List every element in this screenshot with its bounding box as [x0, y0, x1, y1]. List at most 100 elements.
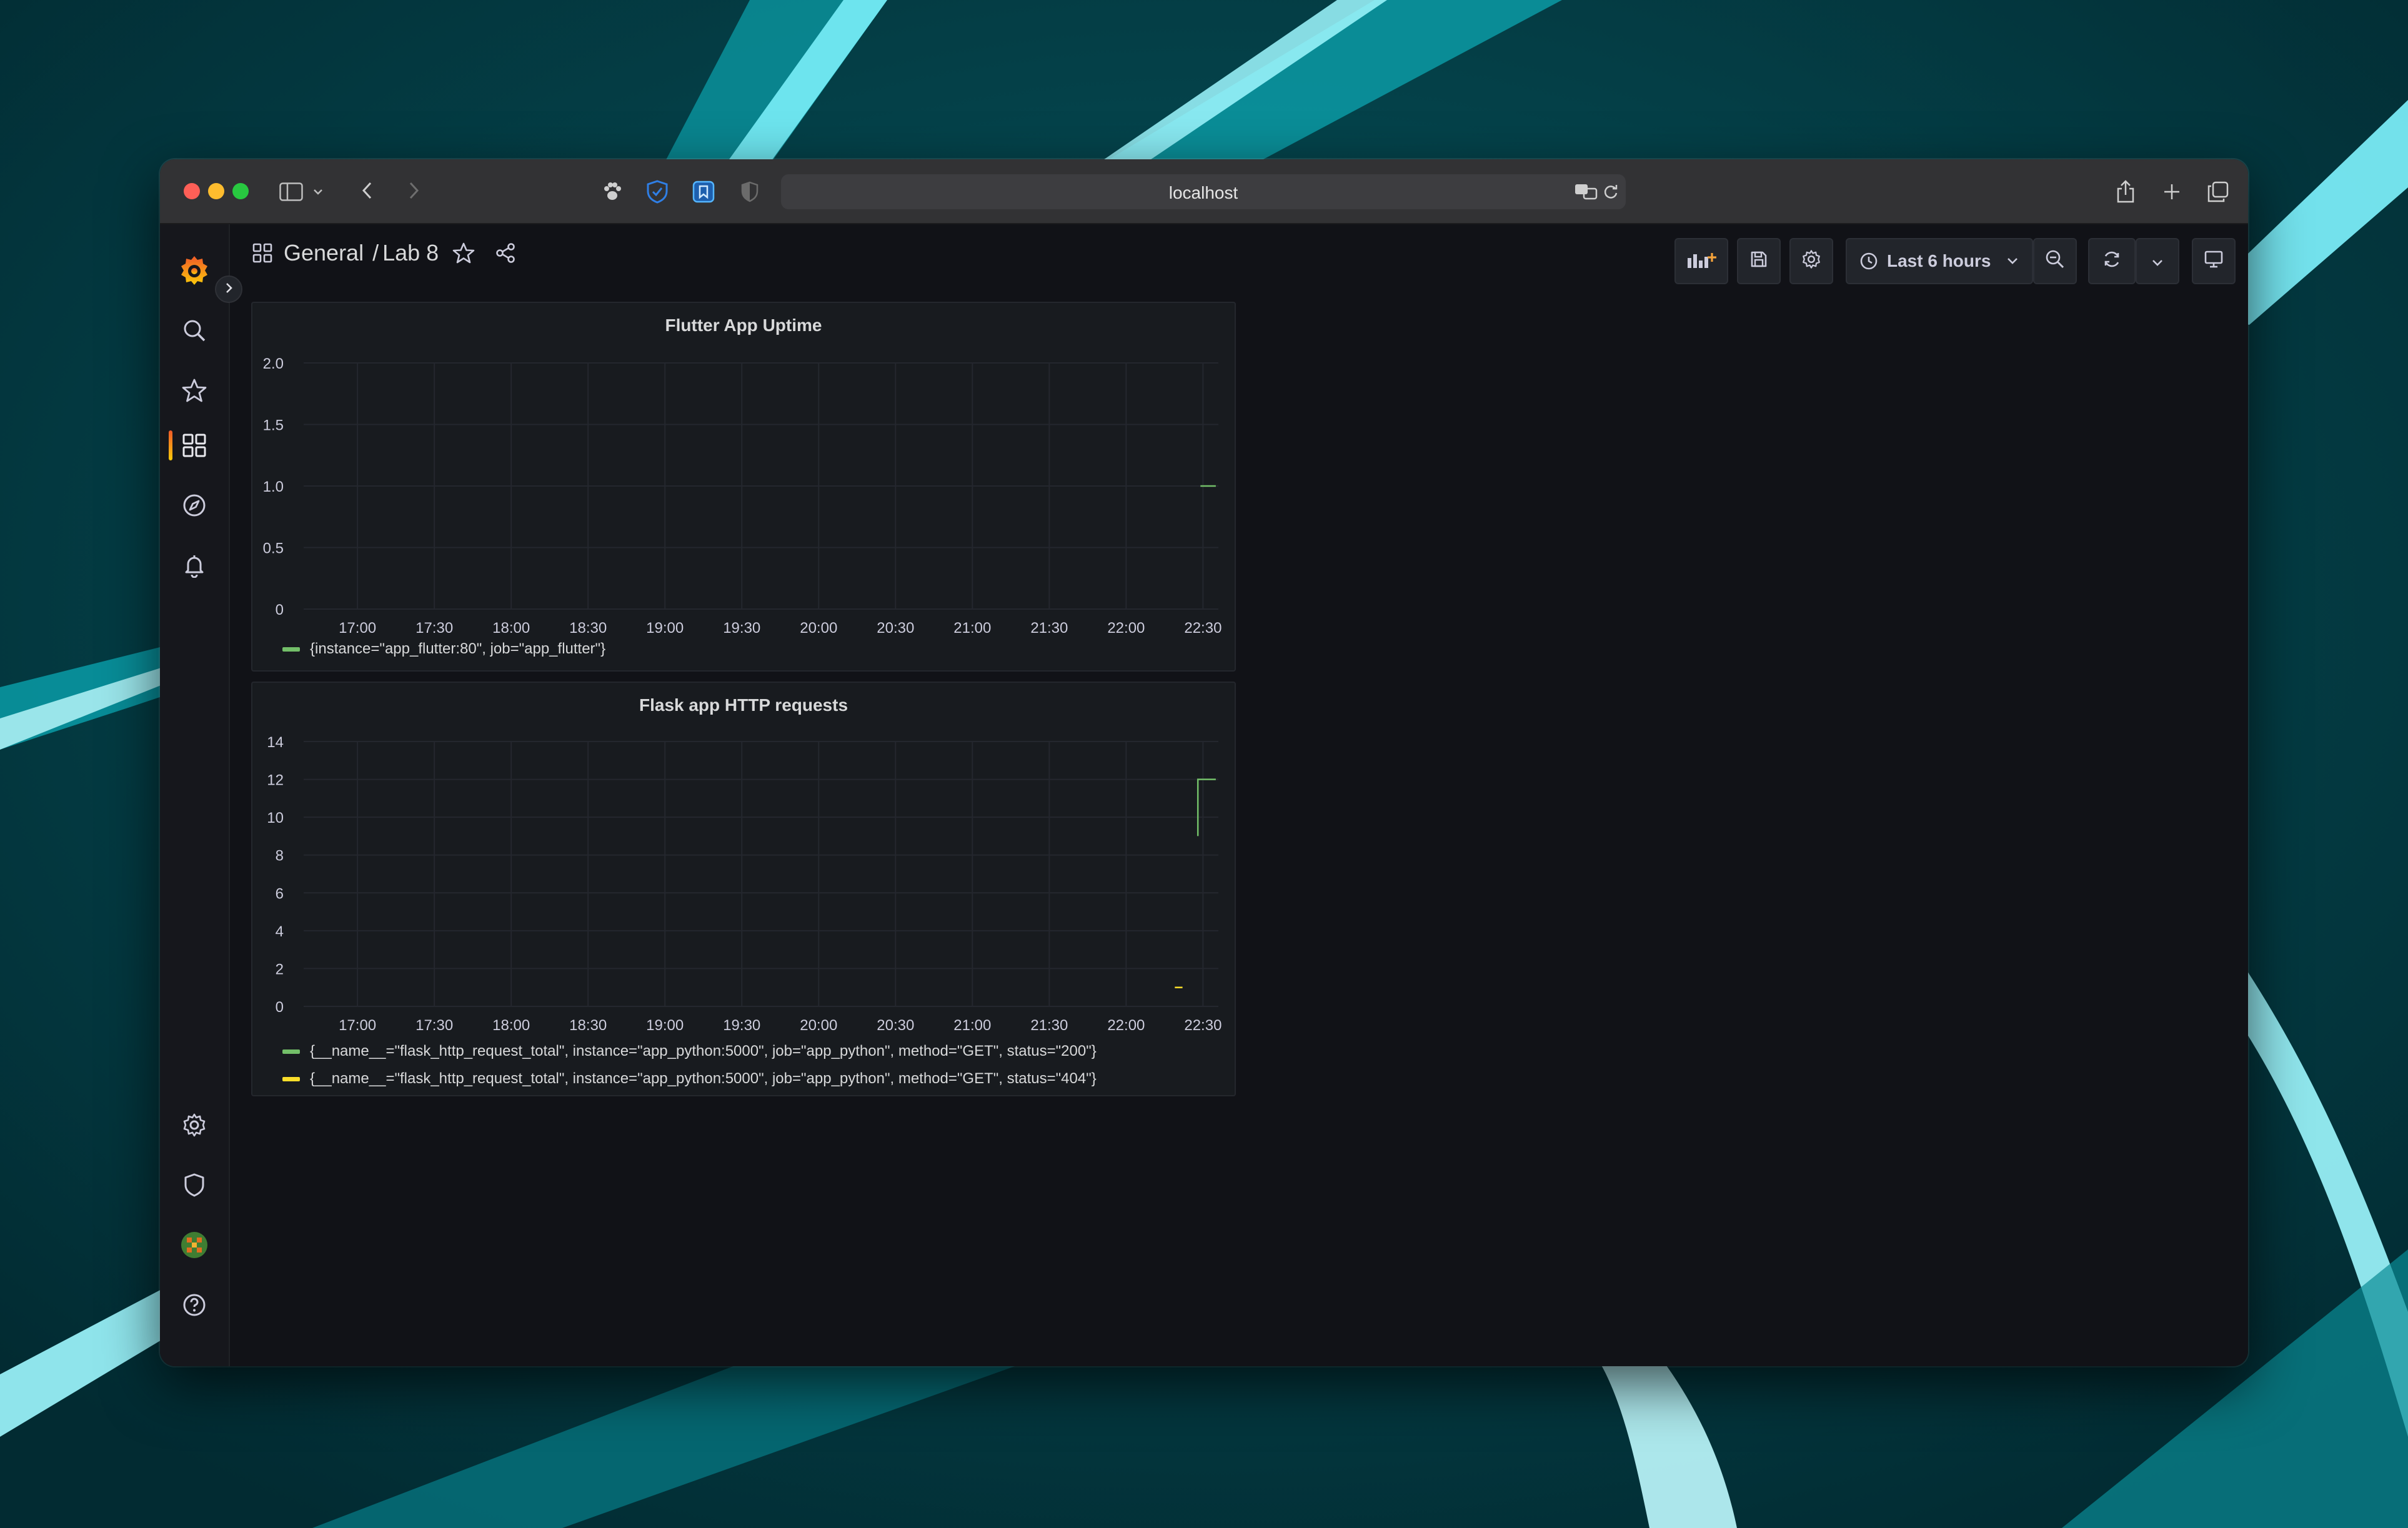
chevron-down-icon[interactable]	[307, 176, 329, 208]
legend-swatch	[282, 647, 300, 652]
breadcrumb-dashboard[interactable]: Lab 8	[382, 240, 439, 266]
panel-legend: {instance="app_flutter:80", job="app_flu…	[282, 635, 605, 663]
grafana-app: General / Lab 8 Last 6 hours Flutter App…	[160, 224, 2248, 1366]
browser-toolbar: localhost	[160, 159, 2248, 224]
refresh-interval-button[interactable]	[2136, 238, 2179, 284]
x-tick-label: 19:00	[646, 620, 684, 637]
y-tick-label: 10	[267, 810, 284, 826]
chevron-down-icon	[2007, 257, 2018, 265]
y-tick-label: 0.5	[263, 540, 284, 557]
back-button[interactable]	[351, 176, 384, 208]
y-tick-label: 1.5	[263, 417, 284, 434]
search-icon[interactable]	[177, 313, 212, 348]
chevron-right-icon	[407, 181, 420, 203]
legend-item[interactable]: {__name__="flask_http_request_total", in…	[282, 1065, 1097, 1093]
expand-menu-button[interactable]	[215, 275, 242, 303]
clock-icon	[1859, 252, 1878, 270]
x-tick-label: 20:30	[877, 620, 914, 637]
x-tick-label: 20:00	[800, 1017, 837, 1034]
shield-check-icon[interactable]	[641, 176, 674, 208]
y-tick-label: 0	[276, 602, 284, 618]
compass-icon[interactable]	[177, 488, 212, 523]
minimize-window-button[interactable]	[208, 183, 224, 199]
half-shield-icon[interactable]	[734, 176, 766, 208]
y-tick-label: 2.0	[263, 355, 284, 372]
legend-label: {__name__="flask_http_request_total", in…	[310, 1043, 1097, 1059]
address-bar[interactable]: localhost	[781, 174, 1626, 209]
desktop: localhost General / Lab 8 Last 6 hours F…	[0, 0, 2408, 1528]
panel-flutter-app-uptime[interactable]: Flutter App Uptime 0 0.5 1.0 1.5 2.0 17:00 17:…	[251, 302, 1236, 672]
x-tick-label: 17:00	[339, 1017, 376, 1034]
browser-window: localhost General / Lab 8 Last 6 hours F…	[160, 159, 2248, 1366]
close-window-button[interactable]	[184, 183, 200, 199]
x-tick-label: 20:30	[877, 1017, 914, 1034]
x-tick-label: 19:30	[723, 620, 760, 637]
plus-icon[interactable]	[2156, 176, 2188, 208]
reload-icon[interactable]	[1602, 183, 1619, 204]
time-range-label: Last 6 hours	[1887, 251, 1991, 270]
breadcrumb: General / Lab 8	[252, 238, 516, 268]
question-circle-icon[interactable]	[177, 1287, 212, 1322]
dashboard-settings-button[interactable]	[1789, 238, 1833, 284]
save-icon	[1749, 250, 1768, 273]
chevron-left-icon	[361, 181, 374, 203]
panel-flask-http-requests[interactable]: Flask app HTTP requests 0 2 4 6 8 10 12 14 17:00…	[251, 682, 1236, 1096]
x-tick-label: 18:00	[492, 1017, 530, 1034]
chevron-down-icon	[2152, 251, 2163, 271]
add-panel-button[interactable]	[1674, 238, 1728, 284]
x-tick-label: 21:30	[1030, 1017, 1068, 1034]
add-panel-icon	[1686, 249, 1717, 274]
zoom-out-button[interactable]	[2033, 238, 2077, 284]
y-tick-label: 14	[267, 734, 284, 751]
save-dashboard-button[interactable]	[1737, 238, 1781, 284]
tv-mode-button[interactable]	[2192, 238, 2236, 284]
zoom-window-button[interactable]	[232, 183, 249, 199]
url-text: localhost	[1168, 183, 1238, 202]
y-tick-label: 8	[276, 848, 284, 865]
paw-icon[interactable]	[596, 176, 629, 208]
y-tick-label: 0	[276, 999, 284, 1016]
breadcrumb-separator: /	[372, 240, 379, 265]
star-icon[interactable]	[177, 373, 212, 408]
x-tick-label: 18:30	[569, 1017, 607, 1034]
x-tick-label: 21:00	[953, 620, 991, 637]
chevron-right-icon	[224, 282, 233, 297]
forward-button[interactable]	[397, 176, 430, 208]
shield-icon[interactable]	[177, 1168, 212, 1203]
breadcrumb-folder[interactable]: General	[284, 240, 364, 266]
star-icon[interactable]	[452, 242, 475, 264]
legend-label: {instance="app_flutter:80", job="app_flu…	[310, 640, 606, 657]
bell-icon[interactable]	[177, 548, 212, 583]
x-tick-label: 17:30	[415, 1017, 453, 1034]
apps-icon[interactable]	[177, 428, 212, 463]
tabs-overview-icon[interactable]	[2202, 176, 2234, 208]
gear-icon[interactable]	[177, 1108, 212, 1143]
x-tick-label: 19:00	[646, 1017, 684, 1034]
x-tick-label: 21:00	[953, 1017, 991, 1034]
y-tick-label: 1.0	[263, 479, 284, 495]
x-tick-label: 22:30	[1184, 620, 1221, 637]
y-tick-label: 4	[276, 923, 284, 940]
legend-item[interactable]: {__name__="flask_http_request_total", in…	[282, 1038, 1097, 1065]
sidebar-icon[interactable]	[275, 176, 307, 208]
x-tick-label: 17:30	[415, 620, 453, 637]
x-tick-label: 22:00	[1107, 620, 1145, 637]
share-icon[interactable]	[2109, 176, 2142, 208]
grafana-logo[interactable]	[177, 253, 212, 288]
legend-swatch	[282, 1076, 300, 1081]
panel-legend: {__name__="flask_http_request_total", in…	[282, 1038, 1097, 1093]
active-indicator	[169, 430, 172, 460]
x-tick-label: 18:30	[569, 620, 607, 637]
zoom-out-icon	[2045, 249, 2065, 274]
translate-icon[interactable]	[1575, 183, 1598, 204]
avatar[interactable]	[177, 1228, 212, 1263]
share-icon[interactable]	[495, 242, 516, 264]
bookmark-icon[interactable]	[687, 176, 720, 208]
legend-item[interactable]: {instance="app_flutter:80", job="app_flu…	[282, 635, 605, 663]
time-picker-button[interactable]: Last 6 hours	[1846, 238, 2033, 284]
side-menu	[160, 224, 242, 1366]
refresh-button[interactable]	[2088, 238, 2136, 284]
uptime-chart[interactable]: 0 0.5 1.0 1.5 2.0 17:00 17:30 18:00 18:30 19:00 19…	[252, 303, 1235, 670]
x-tick-label: 22:30	[1184, 1017, 1221, 1034]
http-requests-chart[interactable]: 0 2 4 6 8 10 12 14 17:00 17:30 18:00 18:30 19:00 19:3…	[252, 683, 1235, 1095]
